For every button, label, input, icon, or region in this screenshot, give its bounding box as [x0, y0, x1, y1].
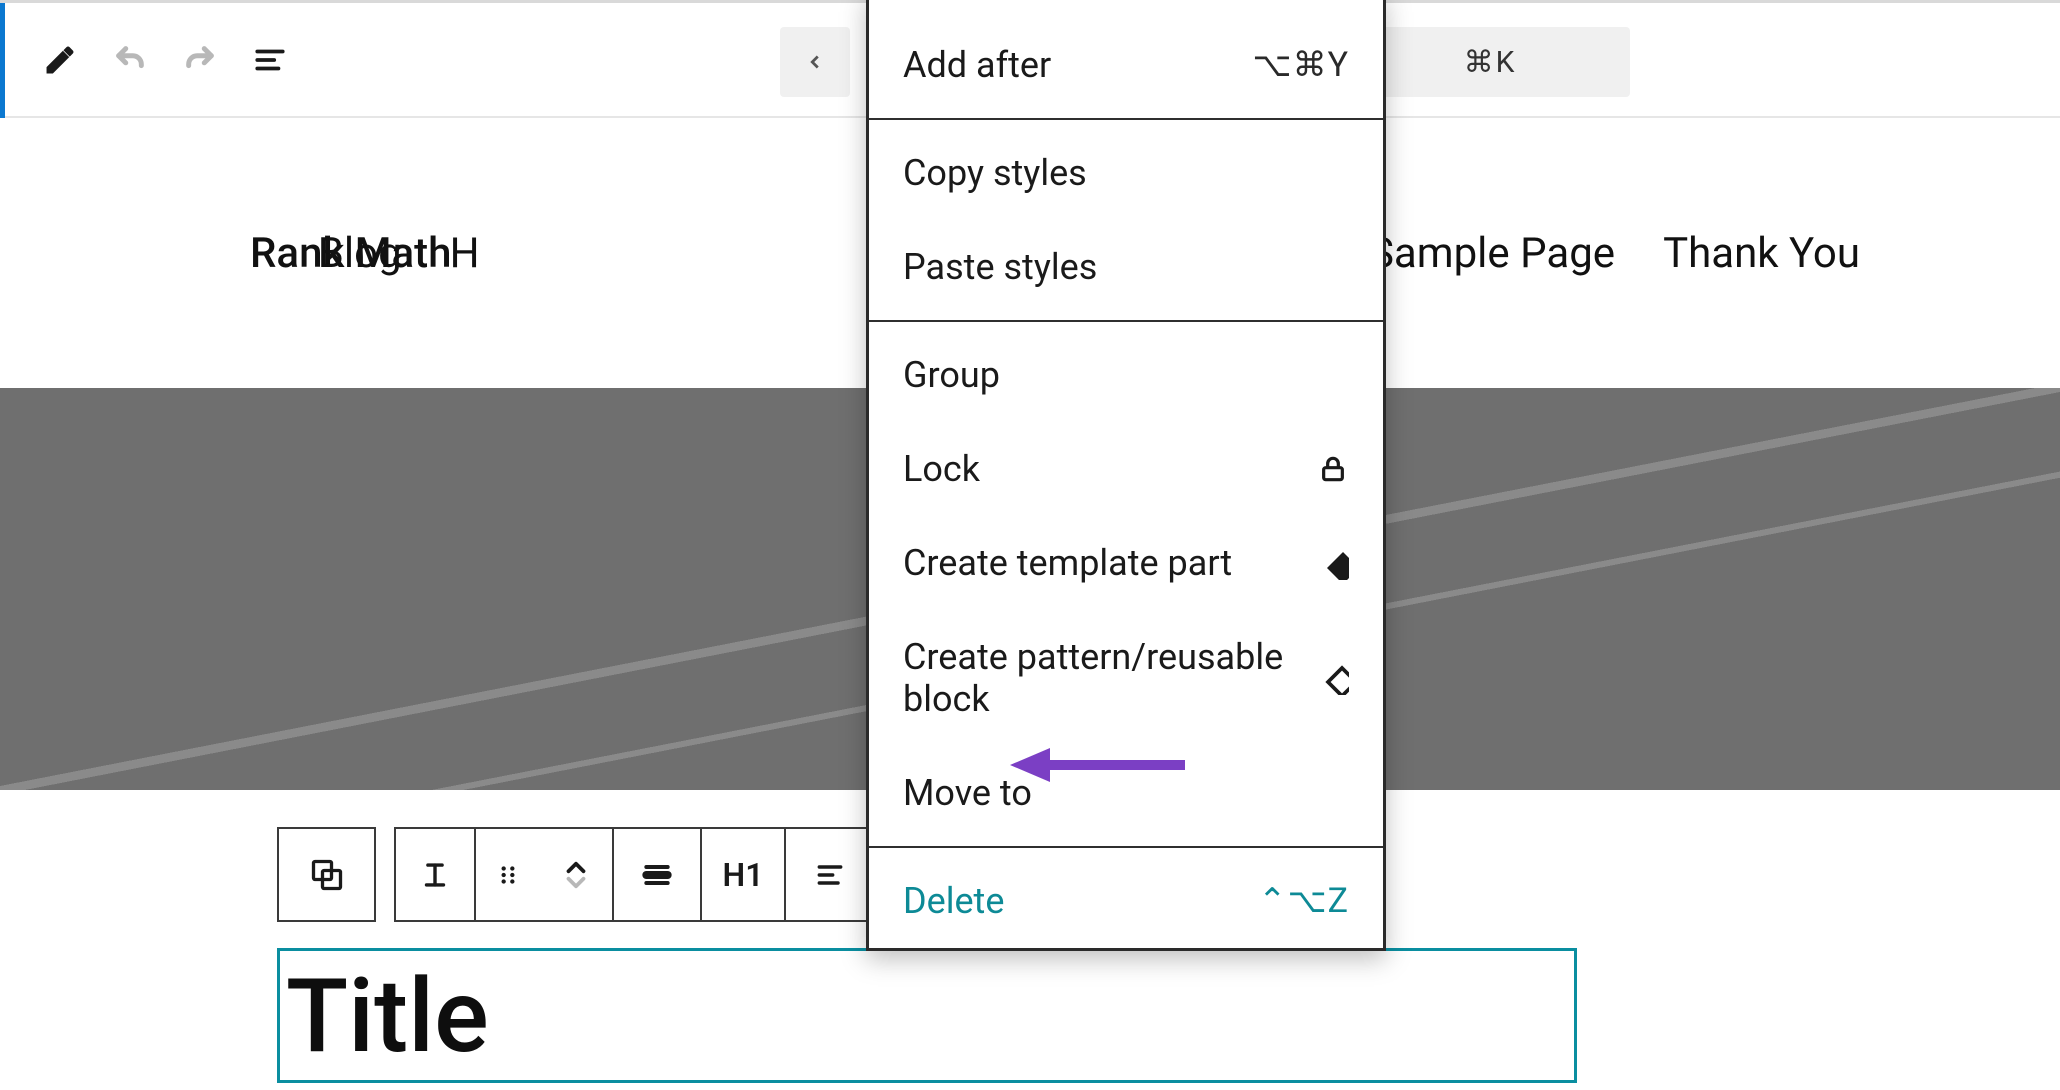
menu-divider [869, 846, 1383, 848]
menu-item-move-to[interactable]: Move to [869, 746, 1383, 840]
chevron-left-icon [804, 51, 826, 73]
menu-item-delete[interactable]: Delete ⌃⌥Z [869, 854, 1383, 948]
menu-label: Group [903, 354, 1000, 396]
redo-button[interactable] [170, 30, 230, 90]
align-icon [641, 859, 673, 891]
menu-label: Paste styles [903, 246, 1097, 288]
heading-level-button[interactable]: H1 [702, 829, 786, 920]
document-overview-button[interactable] [240, 30, 300, 90]
menu-divider [869, 320, 1383, 322]
block-type-group [277, 827, 376, 922]
menu-item-paste-styles[interactable]: Paste styles [869, 220, 1383, 314]
chevron-up-down-icon [561, 853, 591, 897]
command-shortcut-label: ⌘K [1464, 45, 1517, 80]
menu-label: Create template part [903, 542, 1232, 584]
block-transform-group [394, 827, 614, 922]
nav-item[interactable]: Blog [318, 229, 402, 278]
undo-button[interactable] [100, 30, 160, 90]
list-outline-icon [253, 43, 287, 77]
paragraph-icon [418, 858, 452, 892]
drag-icon [495, 862, 521, 888]
pencil-icon [43, 43, 77, 77]
block-options-dropdown: Add before ⌥⌘T Add after ⌥⌘Y Copy styles… [866, 0, 1386, 951]
post-content-icon [309, 857, 345, 893]
block-format-group: H1 [614, 827, 876, 922]
menu-item-create-template-part[interactable]: Create template part [869, 516, 1383, 610]
nav-item[interactable]: H [450, 229, 480, 278]
lock-icon [1317, 453, 1349, 485]
menu-label: Move to [903, 772, 1032, 814]
menu-label: Delete [903, 880, 1004, 922]
menu-label: Add after [903, 44, 1051, 86]
menu-item-lock[interactable]: Lock [869, 422, 1383, 516]
text-align-button[interactable] [786, 829, 874, 920]
menu-item-group[interactable]: Group [869, 328, 1383, 422]
command-palette-button[interactable]: ⌘K [1350, 27, 1630, 97]
menu-item-copy-styles[interactable]: Copy styles [869, 126, 1383, 220]
post-title-block[interactable]: Title [277, 948, 1577, 1083]
undo-icon [113, 43, 147, 77]
redo-icon [183, 43, 217, 77]
drag-handle[interactable] [476, 829, 540, 920]
menu-item-create-pattern[interactable]: Create pattern/reusable block [869, 610, 1383, 746]
paragraph-transform-button[interactable] [396, 829, 476, 920]
nav-item[interactable]: Sample Page [1369, 229, 1615, 278]
accent-strip [0, 3, 5, 121]
menu-label: Lock [903, 448, 980, 490]
post-title-text: Title [286, 965, 489, 1067]
menu-label: Copy styles [903, 152, 1087, 194]
edit-tool-button[interactable] [30, 30, 90, 90]
collapse-panel-button[interactable] [780, 27, 850, 97]
align-button[interactable] [614, 829, 702, 920]
menu-divider [869, 118, 1383, 120]
menu-item-add-after[interactable]: Add after ⌥⌘Y [869, 18, 1383, 112]
menu-shortcut: ⌃⌥Z [1258, 881, 1349, 921]
menu-label: Create pattern/reusable block [903, 636, 1315, 720]
text-align-left-icon [814, 859, 846, 891]
heading-level-label: H1 [723, 856, 764, 894]
pattern-icon [1315, 661, 1349, 695]
menu-shortcut: ⌥⌘Y [1252, 45, 1349, 85]
menu-item-add-before[interactable]: Add before ⌥⌘T [869, 0, 1383, 18]
nav-item[interactable]: Thank You [1663, 229, 1860, 278]
template-part-icon [1315, 546, 1349, 580]
block-movers[interactable] [540, 829, 612, 920]
block-type-button[interactable] [279, 829, 374, 920]
